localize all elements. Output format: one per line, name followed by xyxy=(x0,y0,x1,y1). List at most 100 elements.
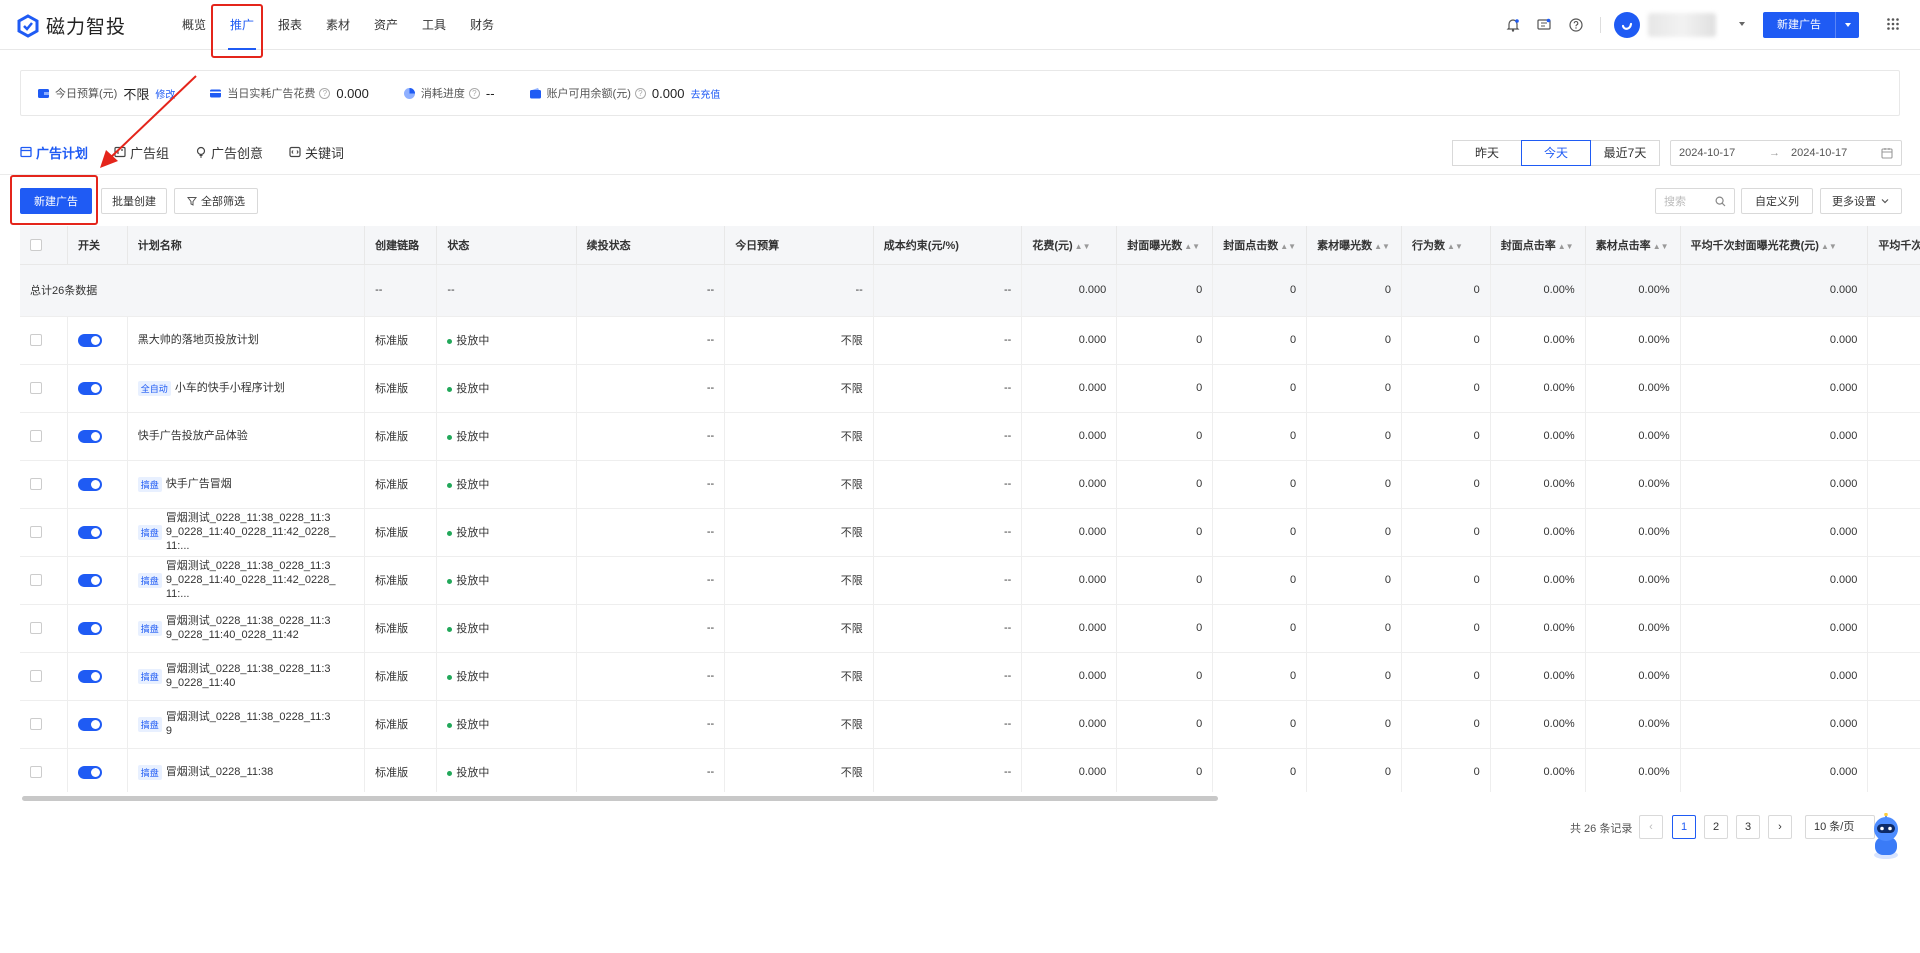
row-checkbox[interactable] xyxy=(30,574,42,587)
nav-tools[interactable]: 工具 xyxy=(410,0,458,50)
row-toggle-switch[interactable] xyxy=(77,621,102,635)
col-cover-click[interactable]: 封面点击数 ▲▼ xyxy=(1212,226,1308,265)
tab-last-7-days[interactable]: 最近7天 xyxy=(1590,140,1660,166)
plan-name-link[interactable]: 冒烟测试_0228_11:38_0228_11:39_0228_11:40_02… xyxy=(166,559,336,601)
spend-help-icon[interactable]: ? xyxy=(319,87,331,99)
plan-name-link[interactable]: 冒烟测试_0228_11:38_0228_11:39 xyxy=(166,710,336,738)
row-checkbox[interactable] xyxy=(30,478,42,491)
search-input[interactable]: 搜索 xyxy=(1655,188,1735,214)
row-toggle-switch[interactable] xyxy=(77,381,102,395)
row-toggle-switch[interactable] xyxy=(77,573,102,587)
row-checkbox[interactable] xyxy=(30,526,42,539)
row-checkbox[interactable] xyxy=(30,430,42,443)
search-icon[interactable] xyxy=(1715,195,1726,207)
prev-page-button[interactable]: ‹ xyxy=(1639,815,1663,839)
row-checkbox[interactable] xyxy=(30,622,42,635)
more-settings-button[interactable]: 更多设置 xyxy=(1820,188,1902,214)
custom-columns-button[interactable]: 自定义列 xyxy=(1741,188,1813,214)
row-checkbox[interactable] xyxy=(30,382,42,395)
help-icon[interactable] xyxy=(1568,17,1584,33)
nav-finance[interactable]: 财务 xyxy=(458,0,506,50)
row-actions: 0 xyxy=(1401,508,1491,557)
next-page-button[interactable]: › xyxy=(1768,815,1792,839)
page-3-button[interactable]: 3 xyxy=(1736,815,1760,839)
row-cover-ctr: 0.00% xyxy=(1490,700,1586,749)
plan-name-link[interactable]: 冒烟测试_0228_11:38 xyxy=(166,765,273,779)
page-1-button[interactable]: 1 xyxy=(1672,815,1696,839)
row-toggle-switch[interactable] xyxy=(77,429,102,443)
plan-name-link[interactable]: 冒烟测试_0228_11:38_0228_11:39_0228_11:40 xyxy=(166,662,336,690)
table-row[interactable]: 搞盘冒烟测试_0228_11:38_0228_11:39_0228_11:40_… xyxy=(20,604,1920,653)
table-row[interactable]: 搞盘 快手广告冒烟 标准版 投放中 -- 不限 -- 0.000 0 0 0 0 0.00% 0.00% 0… xyxy=(20,460,1920,509)
avatar[interactable] xyxy=(1614,12,1640,38)
row-toggle-switch[interactable] xyxy=(77,525,102,539)
plan-name-link[interactable]: 黑大帅的落地页投放计划 xyxy=(138,333,259,347)
row-toggle-switch[interactable] xyxy=(77,333,102,347)
plan-name-link[interactable]: 冒烟测试_0228_11:38_0228_11:39_0228_11:40_02… xyxy=(166,614,336,642)
horizontal-scrollbar[interactable] xyxy=(22,796,1218,801)
progress-help-icon[interactable]: ? xyxy=(468,87,480,99)
assistant-robot[interactable] xyxy=(1866,812,1906,861)
date-end[interactable]: 2024-10-17 xyxy=(1791,147,1881,159)
col-cost-limit: 成本约束(元/%) xyxy=(873,226,1023,265)
plan-type-tag: 搞盘 xyxy=(137,764,162,780)
table-row[interactable]: 快手广告投放产品体验 标准版 投放中 -- 不限 -- 0.000 0 0 0 0 0.00% 0.00… xyxy=(20,412,1920,461)
calendar-icon[interactable] xyxy=(1881,147,1893,159)
col-cont-status: 续投状态 xyxy=(576,226,726,265)
col-spend[interactable]: 花费(元) ▲▼ xyxy=(1021,226,1118,265)
row-toggle-switch[interactable] xyxy=(77,765,102,779)
bell-icon[interactable] xyxy=(1505,17,1521,33)
row-spend: 0.000 xyxy=(1021,700,1118,749)
plan-name-link[interactable]: 冒烟测试_0228_11:38_0228_11:39_0228_11:40_02… xyxy=(166,511,336,553)
date-start[interactable]: 2024-10-17 xyxy=(1679,147,1769,159)
nav-reports[interactable]: 报表 xyxy=(266,0,314,50)
row-toggle-switch[interactable] xyxy=(77,717,102,731)
brand-logo[interactable]: 磁力智投 xyxy=(16,12,126,39)
row-mat-ctr: 0.00% xyxy=(1585,508,1681,557)
table-row[interactable]: 搞盘冒烟测试_0228_11:38_0228_11:39_0228_11:40_… xyxy=(20,556,1920,605)
chevron-down-icon[interactable] xyxy=(1737,19,1747,29)
plan-name-link[interactable]: 小车的快手小程序计划 xyxy=(175,381,285,395)
col-actions[interactable]: 行为数 ▲▼ xyxy=(1401,226,1491,265)
page-2-button[interactable]: 2 xyxy=(1704,815,1728,839)
tab-ad-plan[interactable]: 广告计划 xyxy=(20,143,88,162)
apps-grid-icon[interactable] xyxy=(1886,17,1900,31)
table-row[interactable]: 搞盘冒烟测试_0228_11:38_0228_11:39 标准版 投放中 -- 不限 --… xyxy=(20,700,1920,749)
balance-help-icon[interactable]: ? xyxy=(634,87,646,99)
dropdown-arrow-icon[interactable] xyxy=(1835,12,1859,38)
nav-materials[interactable]: 素材 xyxy=(314,0,362,50)
page-size-select[interactable]: 10 条/页 xyxy=(1805,815,1875,839)
nav-new-ad-button[interactable]: 新建广告 xyxy=(1763,12,1835,38)
batch-create-button[interactable]: 批量创建 xyxy=(101,188,167,214)
filter-all-button[interactable]: 全部筛选 xyxy=(174,188,258,214)
new-ad-split-button: 新建广告 xyxy=(1763,12,1859,38)
table-row[interactable]: 黑大帅的落地页投放计划 标准版 投放中 -- 不限 -- 0.000 0 0 0 0 0.00% 0.0… xyxy=(20,316,1920,365)
row-checkbox[interactable] xyxy=(30,766,42,779)
plan-name-link[interactable]: 快手广告冒烟 xyxy=(166,477,232,491)
row-checkbox[interactable] xyxy=(30,670,42,683)
spend-value: 0.000 xyxy=(336,85,369,101)
nav-assets[interactable]: 资产 xyxy=(362,0,410,50)
tab-keywords[interactable]: 关键词 xyxy=(289,143,344,162)
row-checkbox[interactable] xyxy=(30,718,42,731)
tab-today[interactable]: 今天 xyxy=(1521,140,1591,166)
tab-yesterday[interactable]: 昨天 xyxy=(1452,140,1522,166)
row-toggle-switch[interactable] xyxy=(77,477,102,491)
recharge-link[interactable]: 去充值 xyxy=(690,86,720,101)
table-row[interactable]: 搞盘 冒烟测试_0228_11:38 标准版 投放中 -- 不限 -- 0.000 0 0 0 0 0.… xyxy=(20,748,1920,792)
col-cover-ctr[interactable]: 封面点击率 ▲▼ xyxy=(1490,226,1586,265)
row-spend: 0.000 xyxy=(1021,652,1118,701)
date-range-picker[interactable]: 2024-10-17 → 2024-10-17 xyxy=(1670,140,1902,166)
message-icon[interactable] xyxy=(1536,17,1552,33)
table-row[interactable]: 搞盘冒烟测试_0228_11:38_0228_11:39_0228_11:40_… xyxy=(20,508,1920,557)
row-checkbox[interactable] xyxy=(30,334,42,347)
col-mat-imp[interactable]: 素材曝光数 ▲▼ xyxy=(1306,226,1403,265)
select-all-checkbox[interactable] xyxy=(30,238,42,251)
col-cover-imp[interactable]: 封面曝光数 ▲▼ xyxy=(1116,226,1214,265)
col-mat-ctr[interactable]: 素材点击率 ▲▼ xyxy=(1585,226,1681,265)
plan-name-link[interactable]: 快手广告投放产品体验 xyxy=(138,429,248,443)
table-row[interactable]: 搞盘冒烟测试_0228_11:38_0228_11:39_0228_11:40 标… xyxy=(20,652,1920,701)
table-row[interactable]: 全自动 小车的快手小程序计划 标准版 投放中 -- 不限 -- 0.000 0 0 0 0 0.00% 0… xyxy=(20,364,1920,413)
col-cpm-cover[interactable]: 平均千次封面曝光花费(元) ▲▼ xyxy=(1680,226,1869,265)
row-toggle-switch[interactable] xyxy=(77,669,102,683)
